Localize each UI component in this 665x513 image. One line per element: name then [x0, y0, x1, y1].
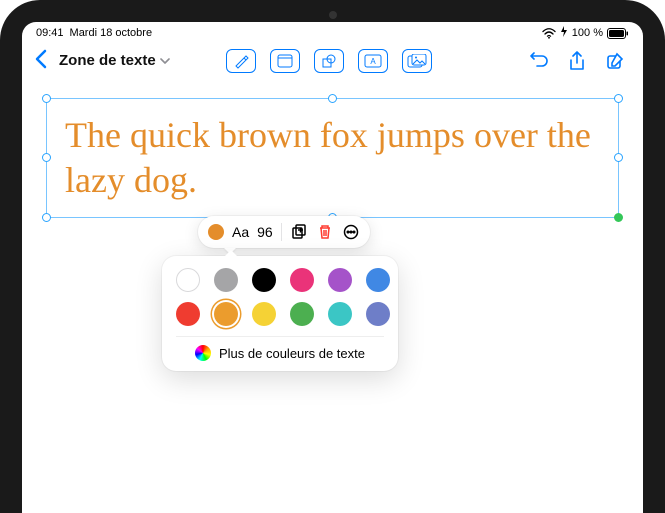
- resize-handle[interactable]: [328, 94, 337, 103]
- divider: [281, 223, 282, 241]
- charging-icon: [560, 26, 568, 40]
- color-swatch-grid: [176, 268, 384, 326]
- undo-button[interactable]: [527, 49, 551, 73]
- delete-button[interactable]: [316, 223, 334, 241]
- color-swatch[interactable]: [290, 268, 314, 292]
- color-swatch[interactable]: [366, 268, 390, 292]
- image-tool-button[interactable]: [402, 49, 432, 73]
- color-swatch[interactable]: [328, 268, 352, 292]
- duplicate-button[interactable]: [290, 223, 308, 241]
- resize-handle[interactable]: [42, 213, 51, 222]
- color-swatch[interactable]: [214, 302, 238, 326]
- status-date: Mardi 18 octobre: [70, 27, 153, 39]
- color-popover: Plus de couleurs de texte: [162, 256, 398, 371]
- color-wheel-icon: [195, 345, 211, 361]
- format-toolbar: Aa 96: [198, 216, 370, 248]
- note-tool-button[interactable]: [270, 49, 300, 73]
- compose-button[interactable]: [603, 49, 627, 73]
- battery-icon: [607, 28, 629, 39]
- color-swatch[interactable]: [176, 268, 200, 292]
- document-title-label: Zone de texte: [59, 52, 156, 69]
- color-swatch[interactable]: [214, 268, 238, 292]
- font-size-button[interactable]: 96: [257, 224, 273, 240]
- app-toolbar: Zone de texte A: [22, 42, 643, 80]
- svg-text:A: A: [370, 57, 376, 66]
- more-colors-button[interactable]: Plus de couleurs de texte: [176, 336, 384, 361]
- color-swatch[interactable]: [328, 302, 352, 326]
- status-battery: 100 %: [572, 27, 603, 39]
- resize-handle[interactable]: [42, 94, 51, 103]
- textbox-content[interactable]: The quick brown fox jumps over the lazy …: [65, 113, 600, 203]
- wifi-icon: [542, 28, 556, 39]
- back-button[interactable]: [32, 49, 49, 73]
- chevron-down-icon: [160, 55, 170, 67]
- pen-tool-button[interactable]: [226, 49, 256, 73]
- document-title[interactable]: Zone de texte: [55, 52, 174, 69]
- more-colors-label: Plus de couleurs de texte: [219, 346, 365, 361]
- color-swatch[interactable]: [252, 302, 276, 326]
- color-swatch[interactable]: [176, 302, 200, 326]
- share-button[interactable]: [565, 49, 589, 73]
- resize-handle[interactable]: [42, 153, 51, 162]
- document-canvas[interactable]: The quick brown fox jumps over the lazy …: [22, 80, 643, 236]
- color-swatch[interactable]: [366, 302, 390, 326]
- textbox-tool-button[interactable]: A: [358, 49, 388, 73]
- status-bar: 09:41 Mardi 18 octobre 100 %: [22, 22, 643, 42]
- resize-handle[interactable]: [614, 94, 623, 103]
- text-color-button[interactable]: [208, 224, 224, 240]
- resize-handle[interactable]: [614, 153, 623, 162]
- selected-textbox[interactable]: The quick brown fox jumps over the lazy …: [46, 98, 619, 218]
- color-swatch[interactable]: [252, 268, 276, 292]
- font-button[interactable]: Aa: [232, 224, 249, 240]
- resize-handle[interactable]: [614, 213, 623, 222]
- shapes-tool-button[interactable]: [314, 49, 344, 73]
- more-button[interactable]: [342, 223, 360, 241]
- status-time: 09:41: [36, 27, 64, 39]
- color-swatch[interactable]: [290, 302, 314, 326]
